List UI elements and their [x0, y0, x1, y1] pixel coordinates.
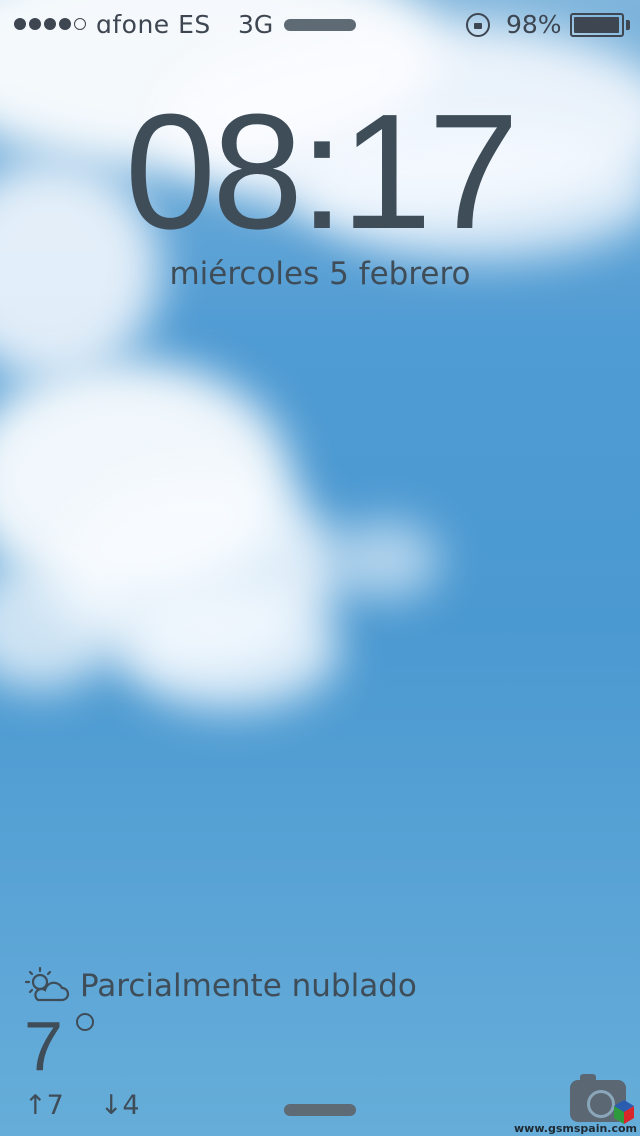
current-temperature: 7	[24, 1007, 63, 1085]
notification-center-grabber[interactable]	[284, 19, 356, 31]
degree-symbol	[76, 1013, 94, 1031]
high-low-temperatures: ↑7 ↓4	[24, 1090, 140, 1121]
rotation-lock-icon	[466, 13, 490, 37]
signal-icon	[14, 18, 86, 30]
watermark-logo	[614, 1100, 634, 1124]
battery-percent: 98%	[506, 10, 562, 39]
partly-cloudy-icon	[24, 966, 70, 1002]
battery-level	[574, 17, 620, 33]
lock-screen-clock: 08:17	[124, 80, 519, 263]
carrier-name: ɑfone ES	[96, 10, 211, 39]
weather-condition: Parcialmente nublado	[80, 968, 417, 1004]
network-type: 3G	[238, 10, 274, 39]
control-center-grabber[interactable]	[284, 1104, 356, 1116]
lock-screen-date: miércoles 5 febrero	[169, 256, 471, 292]
battery-icon	[570, 13, 624, 37]
high-temperature: ↑7	[24, 1090, 64, 1121]
status-bar: ɑfone ES 3G 98%	[0, 0, 640, 48]
low-temperature: ↓4	[99, 1090, 140, 1121]
